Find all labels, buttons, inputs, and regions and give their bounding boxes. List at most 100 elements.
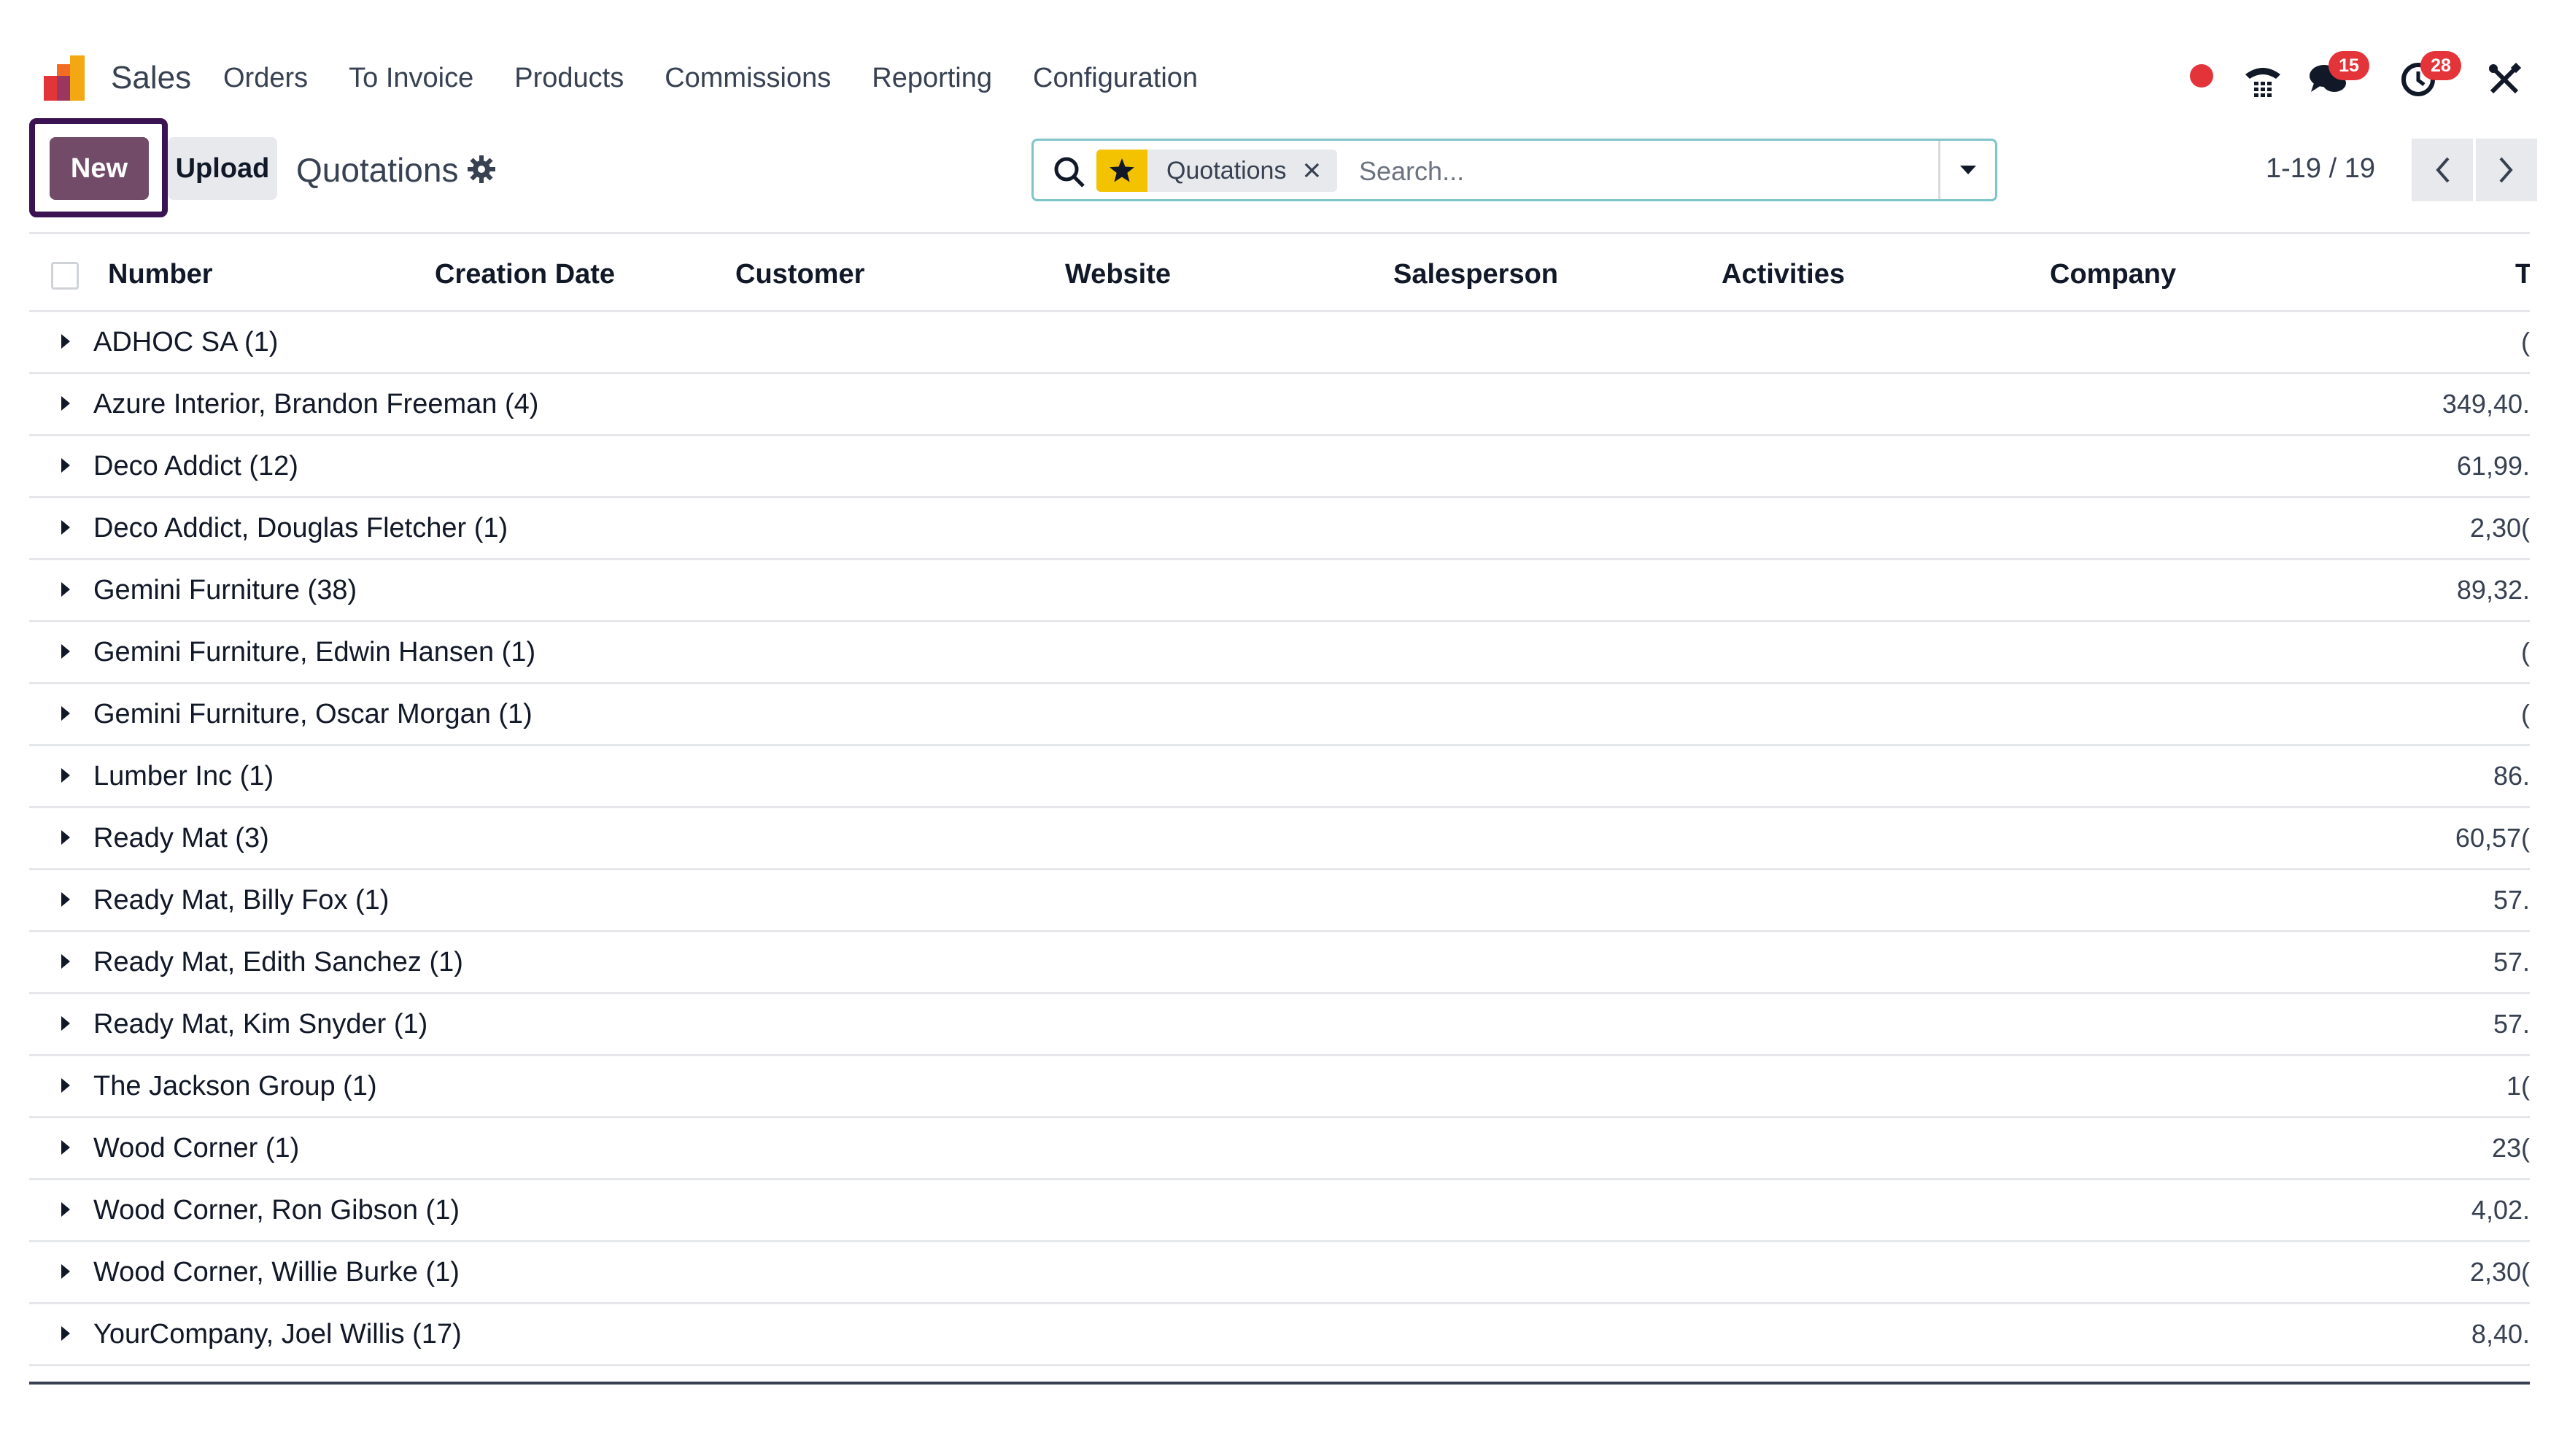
messages-badge: 15: [2328, 51, 2369, 80]
group-total: 23(: [2491, 1133, 2530, 1163]
group-row[interactable]: Gemini Furniture, Edwin Hansen (1) (: [29, 622, 2530, 684]
pager-value[interactable]: 1-19 / 19: [2266, 153, 2375, 185]
caret-right-icon: [61, 954, 70, 969]
group-total: 57.: [2493, 885, 2530, 915]
upload-button[interactable]: Upload: [168, 137, 277, 200]
group-total: 89,32.: [2456, 575, 2530, 605]
group-row[interactable]: Wood Corner, Ron Gibson (1) 4,02.: [29, 1180, 2530, 1242]
record-dot-icon[interactable]: [2190, 64, 2213, 88]
caret-right-icon: [61, 1264, 70, 1279]
chevron-left-icon: [2436, 157, 2450, 183]
group-label: Lumber Inc (1): [93, 761, 274, 791]
menu-reporting[interactable]: Reporting: [872, 63, 992, 94]
pager-next-button[interactable]: [2476, 139, 2537, 201]
column-customer[interactable]: Customer: [735, 259, 864, 290]
caret-right-icon: [61, 768, 70, 783]
search-input[interactable]: [1359, 151, 1913, 192]
column-creation-date[interactable]: Creation Date: [435, 259, 615, 290]
group-total: 57.: [2493, 1009, 2530, 1039]
group-row[interactable]: Azure Interior, Brandon Freeman (4) 349,…: [29, 374, 2530, 436]
caret-right-icon: [61, 1202, 70, 1217]
group-total: 2,30(: [2469, 1257, 2530, 1287]
facet-remove-icon[interactable]: ×: [1302, 155, 1337, 187]
group-label: Ready Mat, Billy Fox (1): [93, 885, 390, 915]
tools-icon[interactable]: [2488, 63, 2521, 96]
top-navbar: Sales Orders To Invoice Products Commiss…: [0, 0, 2559, 109]
caret-right-icon: [61, 644, 70, 659]
column-activities[interactable]: Activities: [1722, 259, 1845, 290]
group-total: 86.: [2493, 761, 2530, 791]
group-total: 8,40.: [2471, 1319, 2530, 1349]
caret-right-icon: [61, 1078, 70, 1093]
group-row[interactable]: Lumber Inc (1) 86.: [29, 746, 2530, 808]
facet-label: Quotations: [1166, 156, 1287, 185]
group-label: ADHOC SA (1): [93, 327, 279, 357]
group-row[interactable]: ADHOC SA (1) (: [29, 312, 2530, 374]
caret-right-icon: [61, 458, 70, 473]
group-row[interactable]: Ready Mat, Edith Sanchez (1) 57.: [29, 932, 2530, 994]
quotations-list: Number Creation Date Customer Website Sa…: [29, 232, 2530, 1387]
group-label: Wood Corner, Willie Burke (1): [93, 1257, 460, 1287]
group-total: (: [2521, 327, 2530, 357]
phone-icon[interactable]: [2242, 60, 2283, 98]
star-icon: [1096, 150, 1147, 192]
group-row[interactable]: YourCompany, Joel Willis (17) 8,40.: [29, 1304, 2530, 1366]
search-facet: Quotations ×: [1096, 150, 1338, 192]
group-total: 61,99.: [2456, 451, 2530, 481]
caret-right-icon: [61, 520, 70, 535]
group-total: 60,57(: [2455, 823, 2530, 853]
group-row[interactable]: Gemini Furniture (38) 89,32.: [29, 560, 2530, 622]
group-total: (: [2521, 699, 2530, 729]
group-total: 2,30(: [2469, 513, 2530, 543]
search-bar[interactable]: Quotations ×: [1031, 139, 1997, 201]
column-salesperson[interactable]: Salesperson: [1393, 259, 1558, 290]
search-options-toggle[interactable]: [1938, 141, 1995, 199]
group-label: The Jackson Group (1): [93, 1071, 377, 1101]
group-label: YourCompany, Joel Willis (17): [93, 1319, 462, 1349]
group-row[interactable]: Deco Addict, Douglas Fletcher (1) 2,30(: [29, 498, 2530, 560]
search-icon[interactable]: [1053, 155, 1086, 189]
caret-right-icon: [61, 396, 70, 411]
new-button[interactable]: New: [50, 137, 149, 200]
group-row[interactable]: Ready Mat, Kim Snyder (1) 57.: [29, 994, 2530, 1056]
group-label: Wood Corner (1): [93, 1133, 300, 1163]
page-title: Quotations: [296, 151, 459, 189]
menu-orders[interactable]: Orders: [223, 63, 308, 94]
caret-right-icon: [61, 1140, 70, 1155]
group-row[interactable]: Ready Mat, Billy Fox (1) 57.: [29, 870, 2530, 932]
select-all-checkbox[interactable]: [51, 262, 79, 290]
caret-right-icon: [61, 582, 70, 597]
pager-previous-button[interactable]: [2412, 139, 2473, 201]
activities-badge: 28: [2420, 51, 2461, 80]
group-row[interactable]: Ready Mat (3) 60,57(: [29, 808, 2530, 870]
group-row[interactable]: Gemini Furniture, Oscar Morgan (1) (: [29, 684, 2530, 746]
group-label: Wood Corner, Ron Gibson (1): [93, 1195, 460, 1225]
menu-products[interactable]: Products: [514, 63, 624, 94]
group-row[interactable]: Wood Corner, Willie Burke (1) 2,30(: [29, 1242, 2530, 1304]
caret-right-icon: [61, 1326, 70, 1341]
column-company[interactable]: Company: [2050, 259, 2176, 290]
group-row[interactable]: Deco Addict (12) 61,99.: [29, 436, 2530, 498]
main-menu: Orders To Invoice Products Commissions R…: [223, 63, 1239, 94]
column-website[interactable]: Website: [1065, 259, 1171, 290]
group-total: 4,02.: [2471, 1195, 2530, 1225]
group-row[interactable]: The Jackson Group (1) 1(: [29, 1056, 2530, 1118]
menu-to-invoice[interactable]: To Invoice: [349, 63, 473, 94]
menu-commissions[interactable]: Commissions: [665, 63, 831, 94]
group-label: Deco Addict (12): [93, 451, 298, 481]
group-label: Ready Mat, Edith Sanchez (1): [93, 947, 463, 977]
caret-right-icon: [61, 334, 70, 349]
column-number[interactable]: Number: [108, 259, 213, 290]
caret-right-icon: [61, 1016, 70, 1031]
sales-app-logo-icon[interactable]: [42, 54, 92, 102]
group-total: (: [2521, 637, 2530, 667]
group-label: Gemini Furniture (38): [93, 575, 357, 605]
caret-right-icon: [61, 830, 70, 845]
group-row[interactable]: Wood Corner (1) 23(: [29, 1118, 2530, 1180]
column-total[interactable]: T: [2515, 259, 2530, 290]
caret-right-icon: [61, 892, 70, 907]
app-name[interactable]: Sales: [111, 60, 191, 96]
list-header: Number Creation Date Customer Website Sa…: [29, 232, 2530, 312]
menu-configuration[interactable]: Configuration: [1033, 63, 1198, 94]
gear-icon[interactable]: [467, 155, 496, 184]
